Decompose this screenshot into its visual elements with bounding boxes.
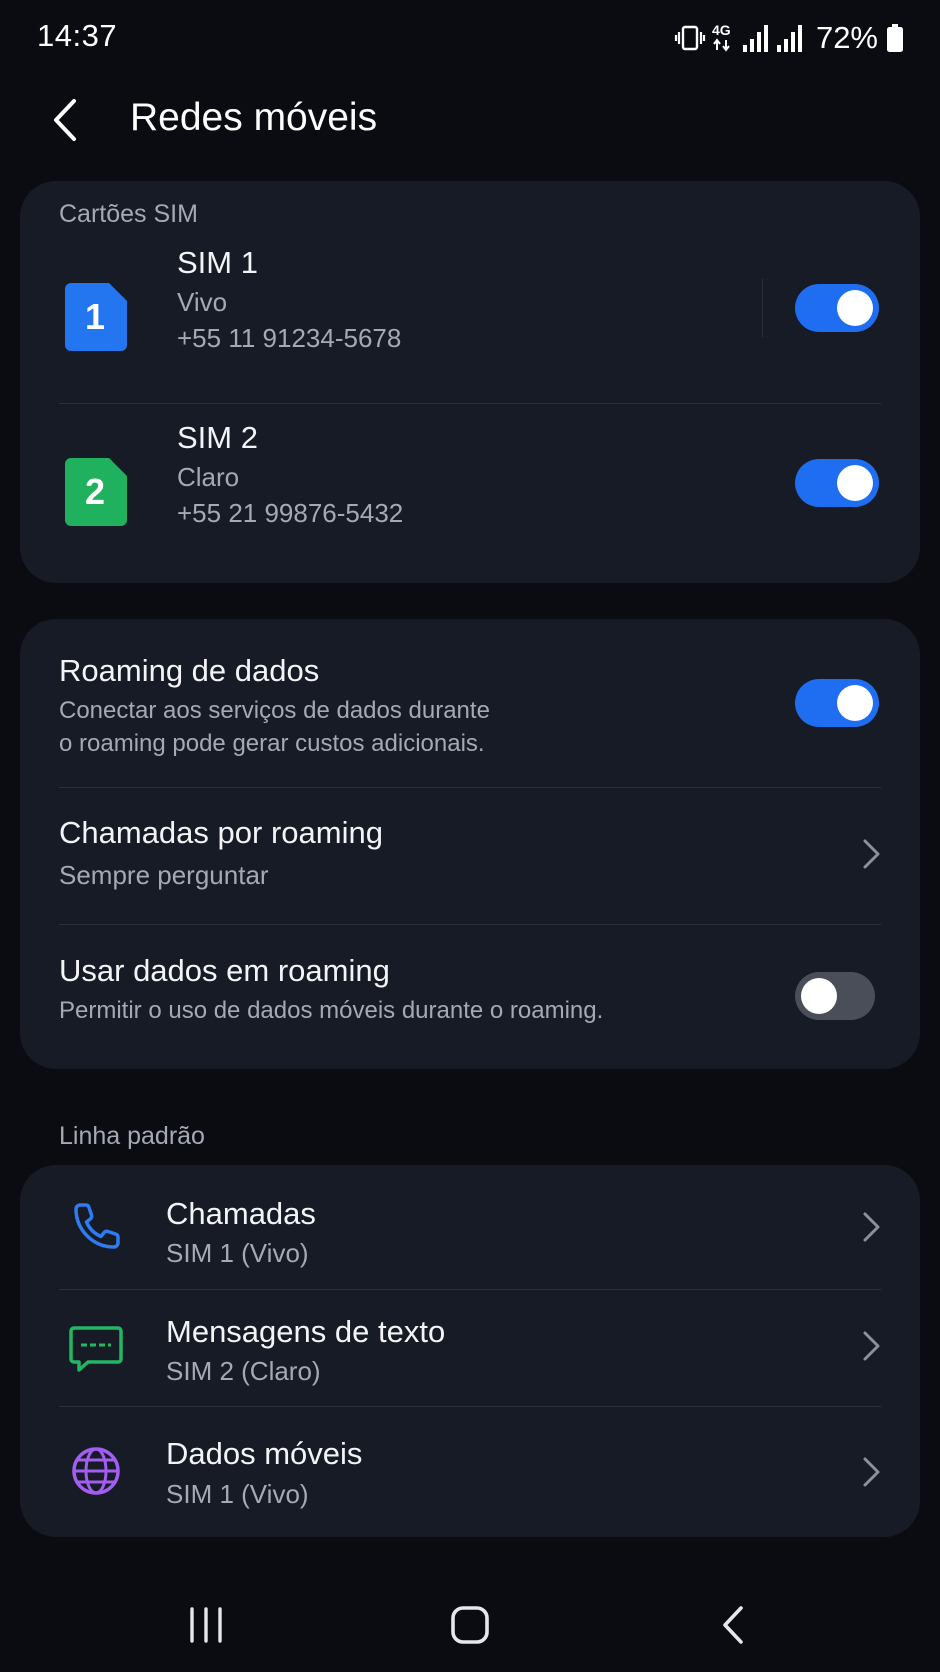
divider [59,403,881,404]
home-button[interactable] [440,1598,500,1652]
roaming-calls-value: Sempre perguntar [59,860,269,890]
back-icon [723,1606,743,1644]
toggle-separator [762,279,763,337]
default-messages-row[interactable]: Mensagens de texto SIM 2 (Claro) [20,1290,920,1407]
default-messages-value: SIM 2 (Claro) [166,1356,321,1386]
nav-back-button[interactable] [704,1598,764,1652]
chevron-right-icon [860,1328,884,1364]
back-arrow-icon [54,99,76,141]
network-type-label: 4G [711,22,731,38]
sim-1-icon: 1 [65,283,127,351]
message-icon [68,1320,124,1376]
default-line-section: Chamadas SIM 1 (Vivo) Mensagens de texto… [20,1165,920,1537]
sim-1-name: SIM 1 [177,245,258,280]
data-roaming-description-line2: o roaming pode gerar custos adicionais. [59,730,485,757]
chevron-right-icon [860,1209,884,1245]
app-header: Redes móveis [0,80,940,160]
toggle-knob [837,685,873,721]
sim-2-number: +55 21 99876-5432 [177,498,404,528]
section-label-default-line: Linha padrão [59,1122,205,1150]
default-mobile-data-title: Dados móveis [166,1436,363,1471]
sim-1-toggle[interactable] [795,284,879,332]
sim-1-badge: 1 [85,296,105,337]
roaming-calls-row[interactable]: Chamadas por roaming Sempre perguntar [20,788,920,924]
signal-icon [776,23,804,53]
use-roaming-data-toggle[interactable] [795,972,875,1020]
sim-2-carrier: Claro [177,462,240,492]
battery-icon [886,23,904,53]
sim-1-carrier: Vivo [177,287,228,317]
home-icon [451,1606,489,1644]
globe-icon [68,1443,124,1499]
data-roaming-title: Roaming de dados [59,653,320,688]
vibrate-icon [674,22,706,54]
toggle-knob [801,978,837,1014]
default-calls-value: SIM 1 (Vivo) [166,1238,309,1268]
use-roaming-data-description: Permitir o uso de dados móveis durante o… [59,997,604,1024]
default-calls-title: Chamadas [166,1196,316,1231]
default-messages-title: Mensagens de texto [166,1314,446,1349]
data-roaming-toggle[interactable] [795,679,879,727]
toggle-knob [837,290,873,326]
sim-2-toggle[interactable] [795,459,879,507]
section-label-sim-cards: Cartões SIM [59,200,198,228]
sim-row-2[interactable]: 2 SIM 2 Claro +55 21 99876-5432 [20,416,920,556]
battery-percent: 72% [815,20,878,55]
default-mobile-data-row[interactable]: Dados móveis SIM 1 (Vivo) [20,1407,920,1535]
signal-icon [742,23,770,53]
toggle-knob [837,465,873,501]
sim-1-number: +55 11 91234-5678 [177,323,402,353]
recent-apps-icon [190,1607,222,1643]
sim-2-name: SIM 2 [177,420,258,455]
data-roaming-row[interactable]: Roaming de dados Conectar aos serviços d… [20,619,920,787]
page-title: Redes móveis [130,96,378,139]
default-mobile-data-value: SIM 1 (Vivo) [166,1479,309,1509]
recent-apps-button[interactable] [176,1598,236,1652]
data-roaming-description-line1: Conectar aos serviços de dados durante [59,697,490,724]
status-icons: 4G 72% [674,18,904,58]
use-roaming-data-title: Usar dados em roaming [59,953,390,988]
roaming-section: Roaming de dados Conectar aos serviços d… [20,619,920,1069]
chevron-right-icon [860,1454,884,1490]
sim-2-icon: 2 [65,458,127,526]
sim-cards-section: Cartões SIM 1 SIM 1 Vivo +55 11 91234-56… [20,181,920,583]
use-roaming-data-row[interactable]: Usar dados em roaming Permitir o uso de … [20,925,920,1065]
back-button[interactable] [40,92,90,148]
network-4g-icon: 4G [712,22,736,54]
sim-2-badge: 2 [85,471,105,512]
status-time: 14:37 [37,18,118,53]
default-calls-row[interactable]: Chamadas SIM 1 (Vivo) [20,1165,920,1289]
roaming-calls-title: Chamadas por roaming [59,815,383,850]
chevron-right-icon [860,836,884,872]
sim-row-1[interactable]: 1 SIM 1 Vivo +55 11 91234-5678 [20,241,920,381]
status-bar: 14:37 4G 72% [0,0,940,76]
navigation-bar [0,1580,940,1672]
phone-icon [68,1199,124,1255]
